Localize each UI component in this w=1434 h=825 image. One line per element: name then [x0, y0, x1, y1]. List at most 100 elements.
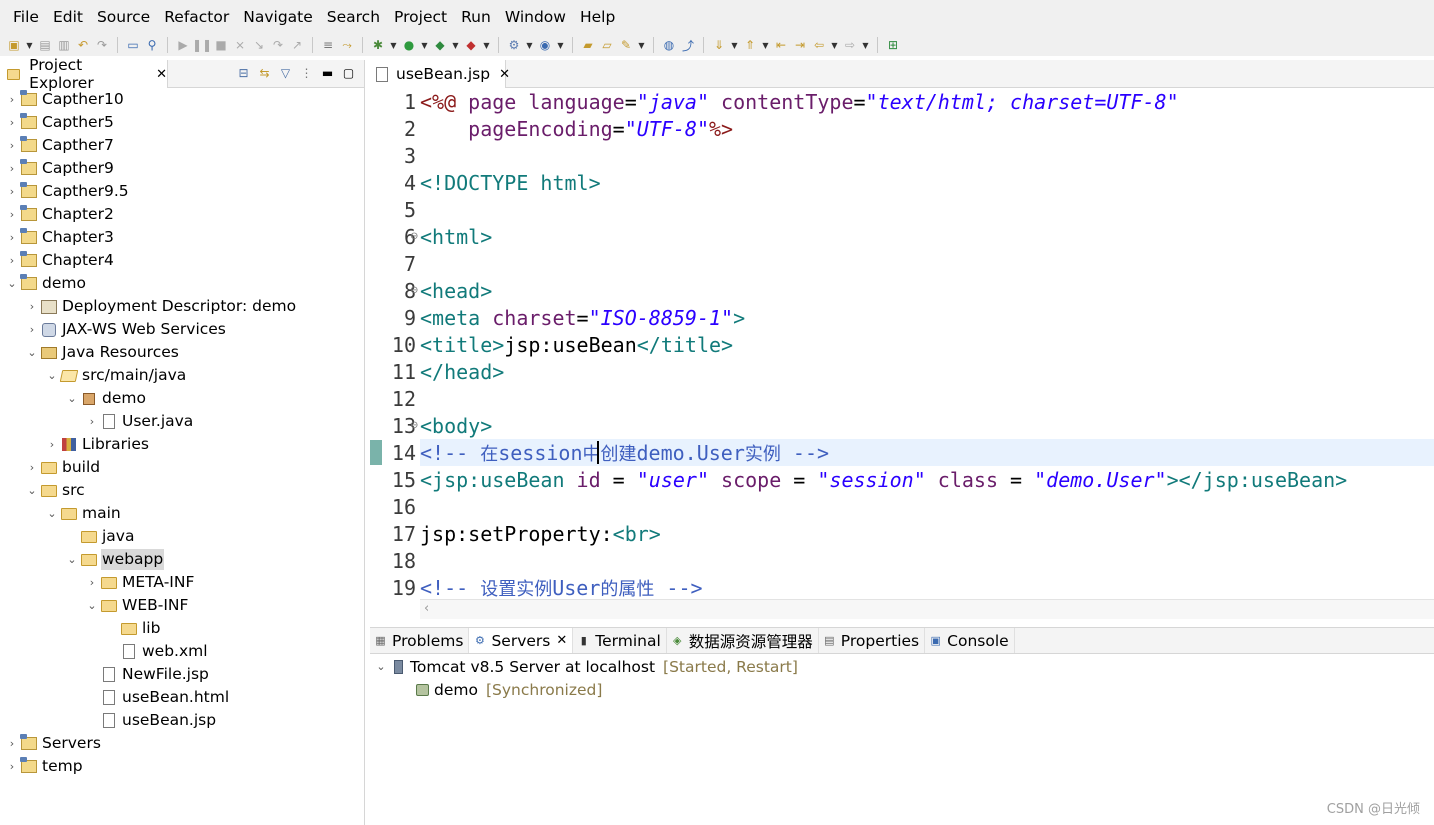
server-module-row[interactable]: demo [Synchronized]	[413, 678, 602, 701]
chevron-down-icon[interactable]: ⌄	[24, 346, 40, 359]
external-tools-dropdown-icon[interactable]: ▼	[482, 37, 491, 53]
menu-search[interactable]: Search	[320, 0, 387, 34]
tree-item[interactable]: ⌄ src	[24, 479, 86, 502]
tree-item[interactable]: › Chapter3	[4, 226, 115, 249]
back-icon[interactable]: ⇦	[811, 37, 827, 53]
chevron-down-icon[interactable]: ⌄	[64, 392, 80, 405]
coverage-dropdown-icon[interactable]: ▼	[451, 37, 460, 53]
tree-item[interactable]: ⌄ Java Resources	[24, 341, 180, 364]
tree-item[interactable]: ⌄ demo	[64, 387, 147, 410]
chevron-right-icon[interactable]: ›	[4, 737, 20, 750]
tree-item[interactable]: › build	[24, 456, 101, 479]
debug-dropdown-icon[interactable]: ▼	[389, 37, 398, 53]
tree-item[interactable]: › Chapter2	[4, 203, 115, 226]
tree-item[interactable]: ⌄ src/main/java	[44, 364, 187, 387]
tree-item[interactable]: › Capther9	[4, 157, 115, 180]
tab-servers[interactable]: ⚙ Servers ✕	[469, 628, 574, 653]
minimize-icon[interactable]: ▬	[320, 65, 335, 80]
tree-item[interactable]: › User.java	[84, 410, 194, 433]
tab-data-source-explorer[interactable]: ◈ 数据源资源管理器	[667, 628, 819, 653]
next-annotation-icon[interactable]: ⇓	[711, 37, 727, 53]
close-icon[interactable]: ✕	[499, 67, 510, 82]
chevron-down-icon[interactable]: ⌄	[24, 484, 40, 497]
open-type-icon[interactable]: ▰	[580, 37, 596, 53]
previous-annotation-icon[interactable]: ⇑	[742, 37, 758, 53]
forward-dropdown-icon[interactable]: ▼	[861, 37, 870, 53]
open-task-dropdown-icon[interactable]: ▼	[637, 37, 646, 53]
menu-run[interactable]: Run	[454, 0, 498, 34]
chevron-down-icon[interactable]: ⌄	[373, 660, 389, 673]
run-icon[interactable]: ●	[401, 37, 417, 53]
previous-annotation-dropdown-icon[interactable]: ▼	[761, 37, 770, 53]
toggle-breakpoints-icon[interactable]: ≡	[320, 37, 336, 53]
chevron-right-icon[interactable]: ›	[24, 461, 40, 474]
open-folder-icon[interactable]: ▱	[599, 37, 615, 53]
menu-navigate[interactable]: Navigate	[236, 0, 320, 34]
suspend-icon[interactable]: ❚❚	[192, 37, 212, 53]
skip-breakpoints-icon[interactable]: ⤳	[339, 37, 355, 53]
code-editor[interactable]: 1 2 3 4 5 6 ⊖ 7 8 ⊖ 9 10 11 12 13 ⊖ 14 15 16 17 18 19 <%@ pag…	[370, 89, 1434, 599]
chevron-right-icon[interactable]: ›	[4, 116, 20, 129]
menu-file[interactable]: File	[6, 0, 46, 34]
open-task-icon[interactable]: ✎	[618, 37, 634, 53]
tab-console[interactable]: ▣ Console	[925, 628, 1015, 653]
chevron-right-icon[interactable]: ›	[4, 162, 20, 175]
chevron-down-icon[interactable]: ⌄	[44, 507, 60, 520]
chevron-right-icon[interactable]: ›	[24, 300, 40, 313]
menu-edit[interactable]: Edit	[46, 0, 90, 34]
fold-toggle-icon[interactable]: ⊖	[410, 231, 418, 242]
code-area[interactable]: <%@ page language="java" contentType="te…	[420, 89, 1434, 599]
new-server-icon[interactable]: ⚙	[506, 37, 522, 53]
fold-toggle-icon[interactable]: ⊖	[410, 420, 418, 431]
new-server-dropdown-icon[interactable]: ▼	[525, 37, 534, 53]
new-class-dropdown-icon[interactable]: ▼	[556, 37, 565, 53]
tree-item[interactable]: › Deployment Descriptor: demo	[24, 295, 297, 318]
tree-item[interactable]: ⌄ webapp	[64, 548, 165, 571]
tree-item[interactable]: web.xml	[104, 640, 209, 663]
next-annotation-dropdown-icon[interactable]: ▼	[730, 37, 739, 53]
tree-item[interactable]: › META-INF	[84, 571, 195, 594]
tree-item[interactable]: java	[64, 525, 135, 548]
menu-refactor[interactable]: Refactor	[157, 0, 236, 34]
tree-item[interactable]: › Capther9.5	[4, 180, 130, 203]
tree-item[interactable]: ⌄ WEB-INF	[84, 594, 189, 617]
chevron-right-icon[interactable]: ›	[4, 254, 20, 267]
search-icon[interactable]: ⚲	[144, 37, 160, 53]
fold-toggle-icon[interactable]: ⊖	[410, 285, 418, 296]
close-icon[interactable]: ✕	[156, 67, 167, 82]
external-tools-icon[interactable]: ◆	[463, 37, 479, 53]
chevron-right-icon[interactable]: ›	[4, 139, 20, 152]
step-into-icon[interactable]: ↘	[251, 37, 267, 53]
tab-terminal[interactable]: ▮ Terminal	[573, 628, 667, 653]
view-menu-icon[interactable]: ⋮	[299, 65, 314, 80]
chevron-right-icon[interactable]: ›	[4, 93, 20, 106]
tree-item[interactable]: › Servers	[4, 732, 102, 755]
forward-icon[interactable]: ⇨	[842, 37, 858, 53]
run-dropdown-icon[interactable]: ▼	[420, 37, 429, 53]
debug-icon[interactable]: ✱	[370, 37, 386, 53]
step-return-icon[interactable]: ↗	[289, 37, 305, 53]
tree-item[interactable]: › JAX-WS Web Services	[24, 318, 227, 341]
tree-item[interactable]: › Libraries	[44, 433, 150, 456]
collapse-all-icon[interactable]: ⊟	[236, 65, 251, 80]
menu-project[interactable]: Project	[387, 0, 454, 34]
close-icon[interactable]: ✕	[556, 633, 567, 648]
server-row[interactable]: ⌄ Tomcat v8.5 Server at localhost [Start…	[373, 655, 798, 678]
redo-icon[interactable]: ↷	[94, 37, 110, 53]
editor-horizontal-scrollbar[interactable]: ‹	[420, 599, 1434, 619]
new-class-icon[interactable]: ◉	[537, 37, 553, 53]
marker-icon[interactable]: ⤴	[680, 37, 696, 53]
tab-problems[interactable]: ▦ Problems	[370, 628, 470, 653]
tab-usebean-jsp[interactable]: useBean.jsp ✕	[370, 60, 510, 88]
save-icon[interactable]: ▤	[37, 37, 53, 53]
chevron-right-icon[interactable]: ›	[4, 760, 20, 773]
tree-item[interactable]: › temp	[4, 755, 84, 778]
globe-icon[interactable]: ◍	[661, 37, 677, 53]
filter-icon[interactable]: ▽	[278, 65, 293, 80]
tree-item[interactable]: lib	[104, 617, 161, 640]
tab-project-explorer[interactable]: Project Explorer ✕	[0, 56, 168, 92]
tree-item[interactable]: › Chapter4	[4, 249, 115, 272]
new-icon[interactable]: ▣	[6, 37, 22, 53]
chevron-down-icon[interactable]: ⌄	[4, 277, 20, 290]
new-dropdown-icon[interactable]: ▼	[25, 37, 34, 53]
